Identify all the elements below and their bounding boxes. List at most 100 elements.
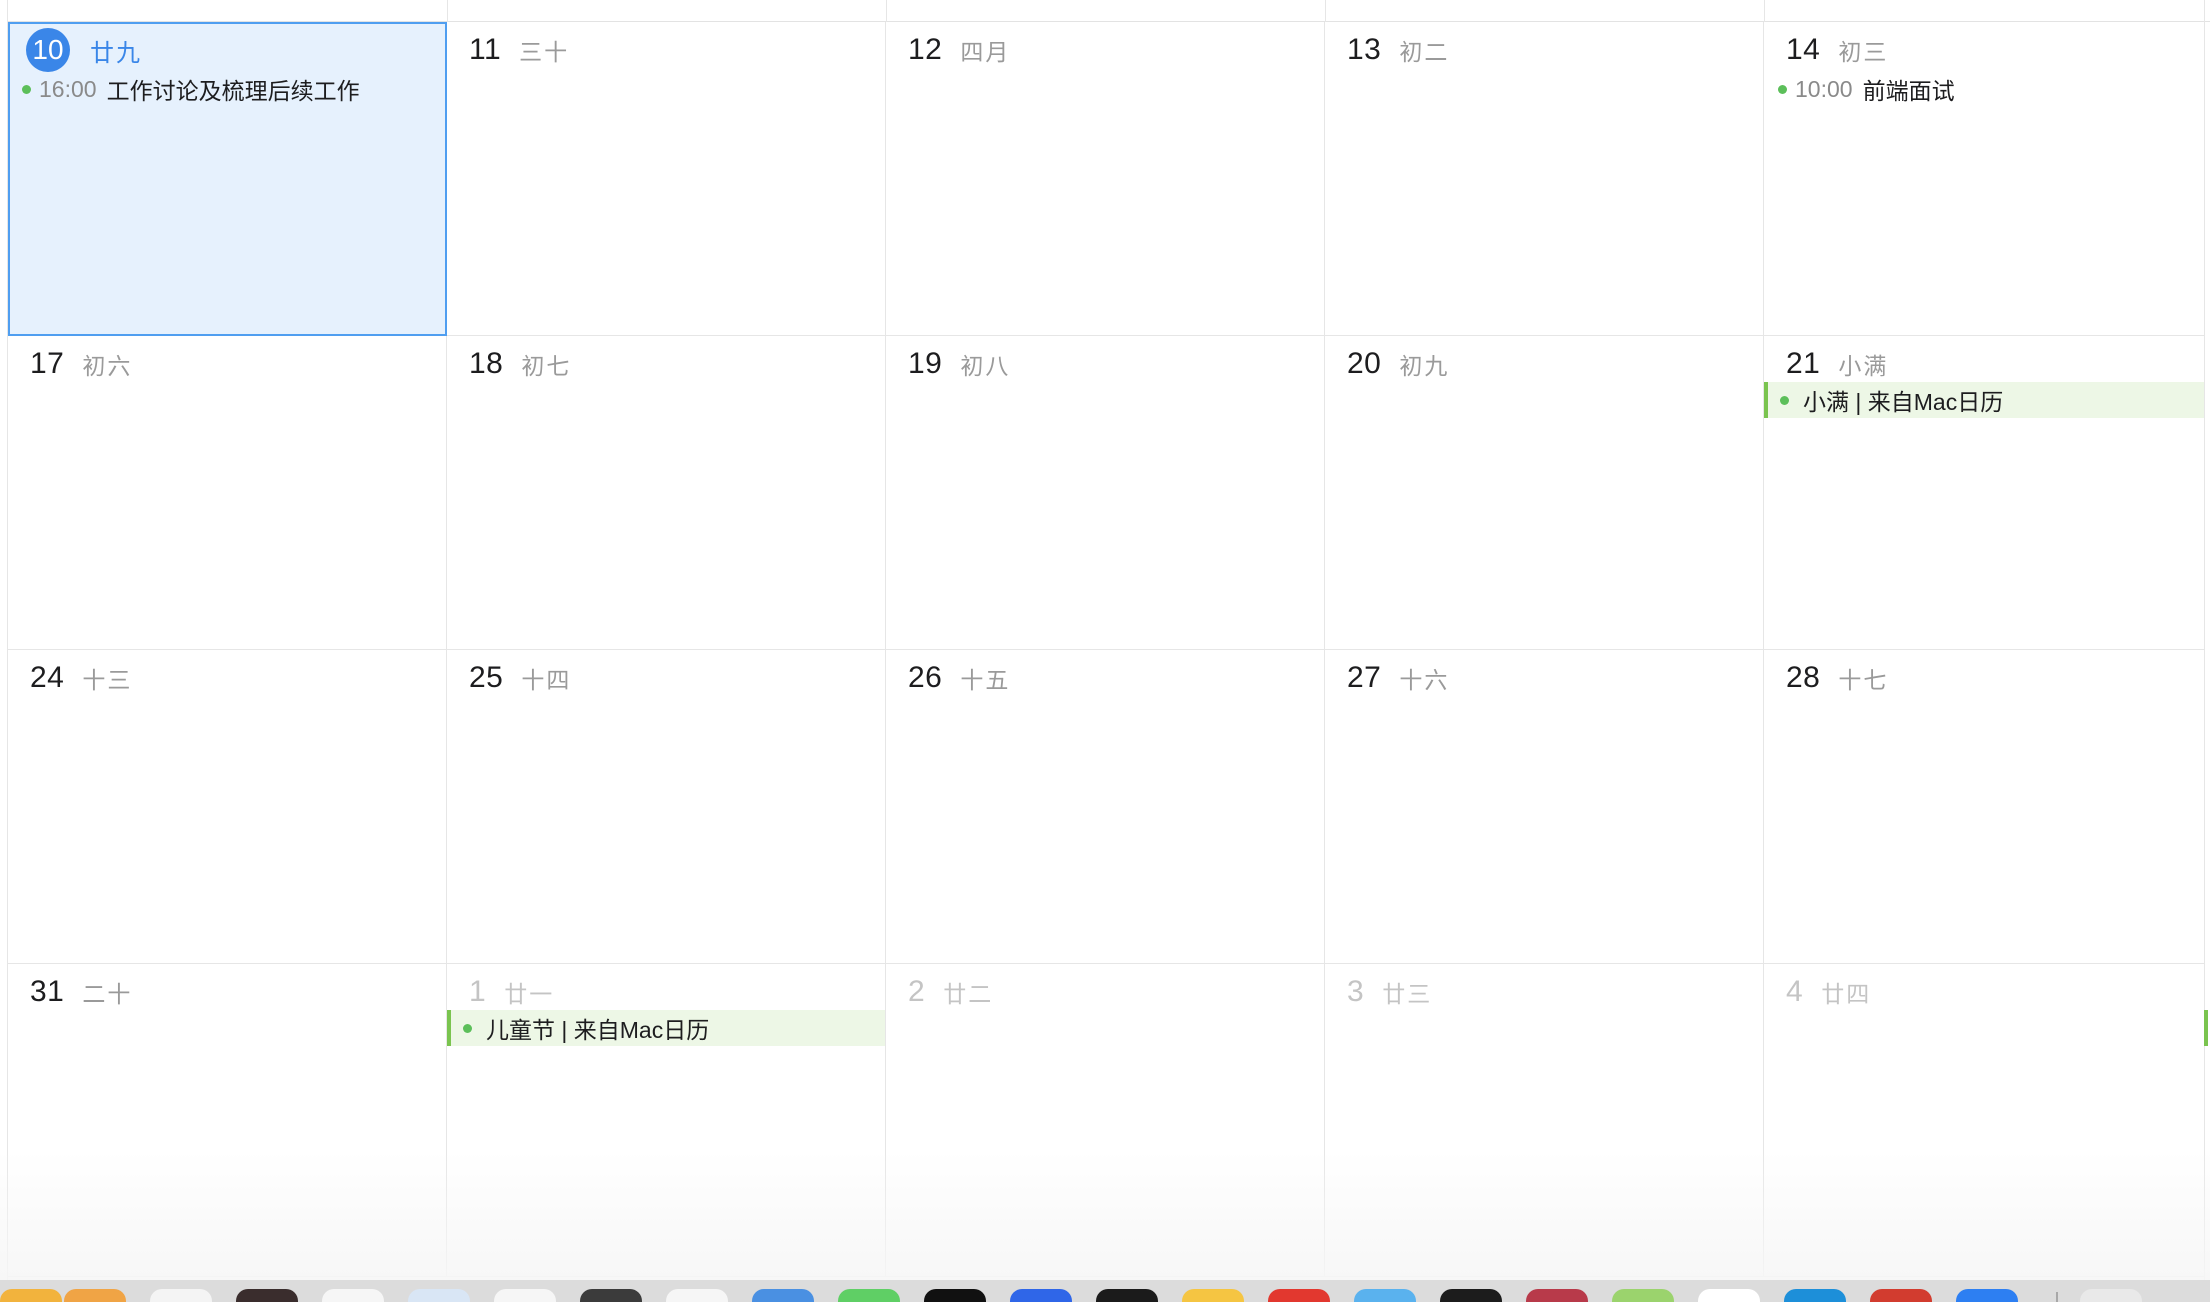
lunar-date: 廿三 [1382, 981, 1433, 1007]
all-day-event[interactable]: 儿童节 | 来自Mac日历 [447, 1010, 885, 1046]
timed-event[interactable]: 16:00 工作讨论及梳理后续工作 [22, 72, 360, 106]
day-number: 28 [1786, 661, 1821, 694]
day-number: 11 [469, 33, 502, 66]
lunar-date: 十四 [521, 667, 572, 693]
lunar-date: 廿二 [943, 981, 994, 1007]
day-cell[interactable]: 14 初三 10:00 前端面试 [1764, 22, 2204, 336]
calendar-app-window: 10 廿九 16:00 工作讨论及梳理后续工作 11 三十 12 四月 13 初二 14 初三 10:0… [0, 0, 2210, 1302]
screen-icon[interactable] [1096, 1289, 1158, 1302]
day-header: 10 廿九 [26, 28, 142, 72]
day-header: 18 初七 [469, 344, 571, 384]
finder-icon[interactable] [0, 1289, 62, 1302]
lunar-date: 三十 [519, 39, 570, 65]
safari-icon[interactable] [408, 1289, 470, 1302]
day-cell[interactable]: 21 小满小满 | 来自Mac日历 [1764, 336, 2204, 650]
day-header: 4 廿四 [1786, 972, 1871, 1012]
vscode-icon[interactable] [1784, 1289, 1846, 1302]
event-time: 16:00 [39, 75, 97, 102]
day-cell[interactable]: 19 初八 [886, 336, 1325, 650]
editor-icon[interactable] [580, 1289, 642, 1302]
terminal-icon[interactable] [236, 1289, 298, 1302]
wechat-icon[interactable] [1612, 1289, 1674, 1302]
qq-icon[interactable] [1182, 1289, 1244, 1302]
day-number: 2 [908, 975, 926, 1008]
trash-icon[interactable] [2080, 1289, 2142, 1302]
day-cell-today[interactable]: 10 廿九 16:00 工作讨论及梳理后续工作 [8, 22, 447, 336]
all-day-event[interactable]: 小满 | 来自Mac日历 [1764, 382, 2204, 418]
lunar-date: 初六 [82, 353, 133, 379]
day-header: 11 三十 [469, 30, 569, 70]
day-number: 19 [908, 347, 943, 380]
day-cell[interactable]: 11 三十 [447, 22, 886, 336]
day-number: 18 [469, 347, 504, 380]
day-header: 13 初二 [1347, 30, 1449, 70]
cmd-icon[interactable] [1440, 1289, 1502, 1302]
mail-icon[interactable] [494, 1289, 556, 1302]
dock [0, 1280, 2210, 1302]
day-header: 21 小满 [1786, 344, 1888, 384]
day-header: 14 初三 [1786, 30, 1888, 70]
event-title: 工作讨论及梳理后续工作 [106, 78, 360, 104]
baidu-icon[interactable] [1010, 1289, 1072, 1302]
calendar-icon[interactable] [322, 1289, 384, 1302]
day-header: 19 初八 [908, 344, 1010, 384]
calendar-color-dot [1780, 395, 1789, 405]
event-title: 前端面试 [1862, 78, 1955, 104]
day-cell[interactable]: 17 初六 [8, 336, 447, 650]
day-cell[interactable]: 31 二十 [8, 964, 447, 1277]
day-header: 26 十五 [908, 658, 1010, 698]
day-header: 31 二十 [30, 972, 132, 1012]
day-cell[interactable]: 4 廿四 [1764, 964, 2204, 1277]
feishu-icon[interactable] [1354, 1289, 1416, 1302]
chrome-icon[interactable] [1870, 1289, 1932, 1302]
timed-event[interactable]: 10:00 前端面试 [1778, 72, 1955, 106]
day-number: 14 [1786, 33, 1821, 66]
day-cell[interactable]: 18 初七 [447, 336, 886, 650]
day-cell[interactable]: 12 四月 [886, 22, 1325, 336]
day-number: 27 [1347, 661, 1382, 694]
day-header: 12 四月 [908, 30, 1010, 70]
day-header: 1 廿一 [469, 972, 554, 1012]
lunar-date: 初八 [960, 353, 1011, 379]
day-header: 27 十六 [1347, 658, 1449, 698]
day-cell[interactable]: 13 初二 [1325, 22, 1764, 336]
day-cell[interactable]: 20 初九 [1325, 336, 1764, 650]
day-header: 20 初九 [1347, 344, 1449, 384]
day-number: 17 [30, 347, 65, 380]
day-cell[interactable]: 1 廿一儿童节 | 来自Mac日历 [447, 964, 886, 1277]
preview-icon[interactable] [1698, 1289, 1760, 1302]
app-red-icon[interactable] [1268, 1289, 1330, 1302]
column-divider [1325, 0, 1326, 22]
lunar-date: 十七 [1838, 667, 1889, 693]
calendar-color-dot [1778, 84, 1787, 94]
pages-icon[interactable] [64, 1289, 126, 1302]
lunar-date: 初七 [521, 353, 572, 379]
lunar-date: 小满 [1838, 353, 1889, 379]
day-cell[interactable]: 3 廿三 [1325, 964, 1764, 1277]
day-header: 2 廿二 [908, 972, 993, 1012]
browser-icon[interactable] [752, 1289, 814, 1302]
weekend-column-edge [2204, 0, 2210, 1302]
day-cell[interactable]: 26 十五 [886, 650, 1325, 964]
day-cell[interactable]: 24 十三 [8, 650, 447, 964]
day-cell[interactable]: 28 十七 [1764, 650, 2204, 964]
day-number: 21 [1786, 347, 1821, 380]
day-cell[interactable]: 27 十六 [1325, 650, 1764, 964]
event-time: 10:00 [1795, 75, 1853, 102]
lunar-date: 初九 [1399, 353, 1450, 379]
day-number: 24 [30, 661, 65, 694]
appstore-icon[interactable] [1956, 1289, 2018, 1302]
day-number: 1 [469, 975, 487, 1008]
day-cell[interactable]: 2 廿二 [886, 964, 1325, 1277]
event-title: 儿童节 | 来自Mac日历 [486, 1017, 710, 1043]
previous-week-strip [0, 0, 2210, 22]
day-cell[interactable]: 25 十四 [447, 650, 886, 964]
reminders-icon[interactable] [666, 1289, 728, 1302]
calendar-color-dot [463, 1023, 472, 1033]
lunar-date: 廿一 [504, 981, 555, 1007]
tiktok-icon[interactable] [924, 1289, 986, 1302]
notes-icon[interactable] [150, 1289, 212, 1302]
event-title: 小满 | 来自Mac日历 [1803, 389, 2004, 415]
music-icon[interactable] [1526, 1289, 1588, 1302]
messages-icon[interactable] [838, 1289, 900, 1302]
